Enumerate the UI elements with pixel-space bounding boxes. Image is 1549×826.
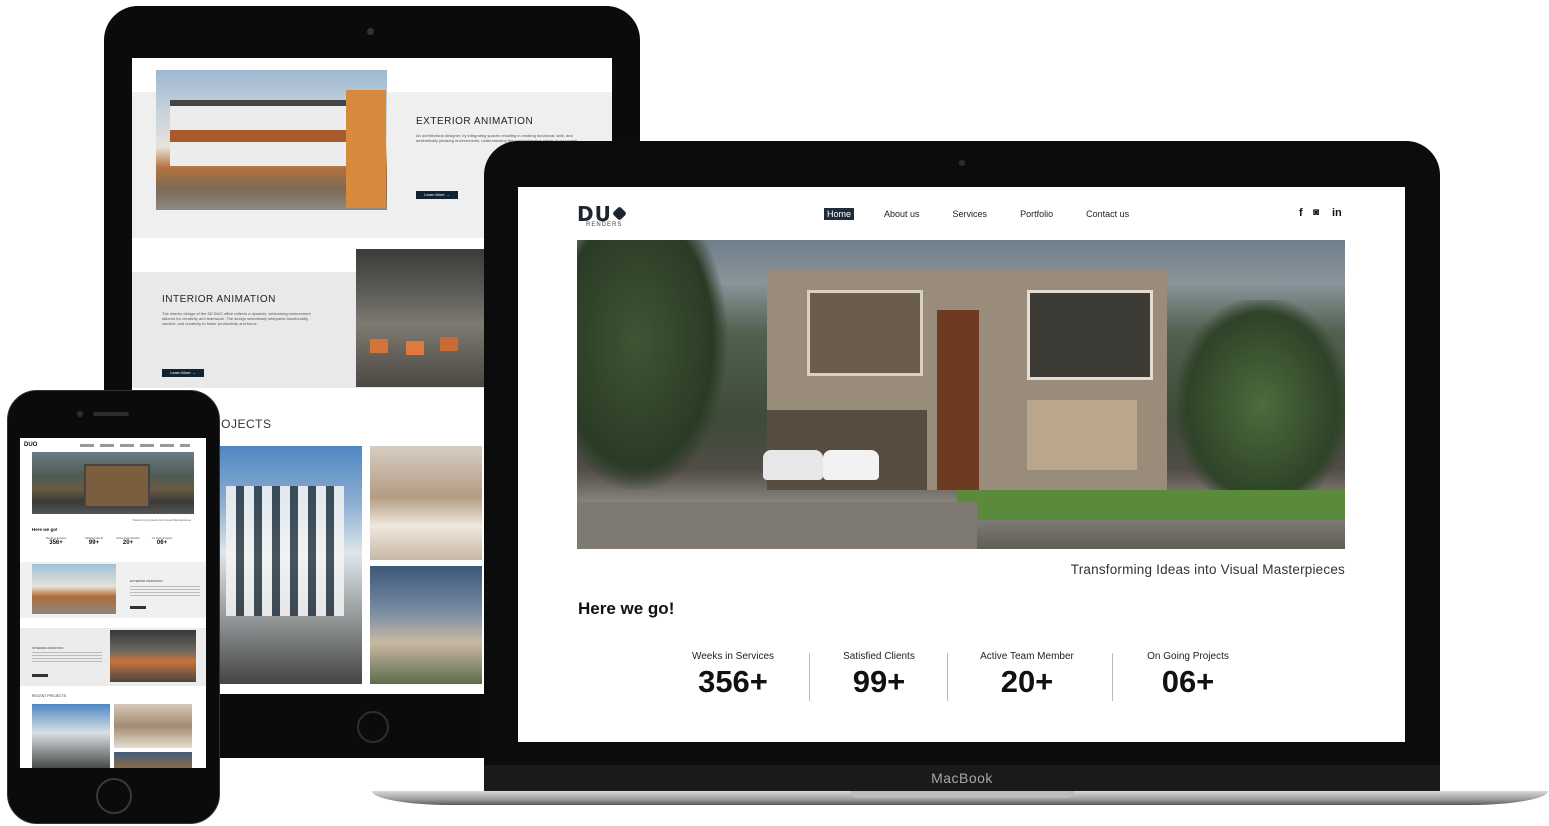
- projects-title: ROJECTS: [212, 417, 272, 431]
- project-image-2[interactable]: [370, 446, 482, 560]
- logo-cube-icon: [611, 206, 627, 221]
- tablet-camera: [367, 28, 374, 35]
- phone-recent-projects-title: RECENT PROJECTS: [32, 694, 66, 698]
- phone-heading: Here we go!: [32, 527, 58, 532]
- phone-stat: Satisfied Clients 99+: [85, 537, 103, 546]
- laptop-notch: [850, 791, 1074, 798]
- phone-logo[interactable]: DUO: [24, 442, 37, 448]
- stat-divider: [1112, 653, 1113, 701]
- tablet-home-button: [357, 711, 389, 743]
- phone-exterior-button[interactable]: [130, 606, 146, 609]
- nav-portfolio[interactable]: Portfolio: [1017, 208, 1056, 220]
- phone-stat: Active Team Member 20+: [116, 537, 140, 546]
- nav-home[interactable]: Home: [824, 208, 855, 220]
- phone-exterior-image: [32, 564, 116, 614]
- stat-divider: [809, 653, 810, 701]
- phone-exterior-text: [130, 586, 200, 596]
- interior-title: INTERIOR ANIMATION: [162, 294, 276, 305]
- nav-about-us[interactable]: About us: [881, 208, 923, 220]
- linkedin-icon[interactable]: in: [1332, 207, 1342, 219]
- phone-tagline: Transforming Ideas into Visual Masterpie…: [132, 518, 192, 522]
- exterior-learn-more-button[interactable]: Learn More →: [416, 191, 458, 199]
- hero-tagline: Transforming Ideas into Visual Masterpie…: [1070, 562, 1345, 577]
- phone-stat: Weeks in Services 356+: [45, 537, 67, 546]
- phone-project-image[interactable]: [114, 704, 192, 748]
- phone-speaker: [93, 412, 129, 416]
- phone-project-image[interactable]: [32, 704, 110, 768]
- phone-camera: [77, 411, 83, 417]
- interior-description: The interior design of the 3D DUO office…: [162, 311, 311, 326]
- instagram-icon[interactable]: ◙: [1313, 207, 1319, 218]
- laptop-brand-label: MacBook: [931, 770, 993, 786]
- nav-services[interactable]: Services: [950, 208, 991, 220]
- main-nav: Home About us Services Portfolio Contact…: [824, 208, 1159, 220]
- facebook-icon[interactable]: f: [1299, 207, 1303, 219]
- project-image-3[interactable]: [370, 566, 482, 684]
- laptop-screen: DU RENDERS Home About us Services Portfo…: [518, 187, 1405, 742]
- phone-project-image[interactable]: [114, 752, 192, 768]
- phone-nav[interactable]: [80, 444, 190, 447]
- phone-home-button: [96, 778, 132, 814]
- phone-stat: On Going Projects 06+: [151, 537, 173, 546]
- project-image-1[interactable]: [216, 446, 362, 684]
- phone-interior-image: [110, 630, 196, 682]
- stat-weeks-in-services: Weeks in Services 356+: [691, 651, 775, 699]
- stat-active-team-member: Active Team Member 20+: [980, 651, 1074, 699]
- stat-satisfied-clients: Satisfied Clients 99+: [843, 651, 915, 699]
- phone-screen: DUO Transforming Ideas into Visual Maste…: [20, 438, 206, 768]
- interior-learn-more-button[interactable]: Learn More →: [162, 369, 204, 377]
- stat-on-going-projects: On Going Projects 06+: [1147, 651, 1229, 699]
- laptop-camera: [959, 160, 965, 166]
- exterior-image: [156, 70, 387, 210]
- stat-divider: [947, 653, 948, 701]
- hero-image: [577, 240, 1345, 549]
- section-heading: Here we go!: [578, 599, 675, 618]
- exterior-title: EXTERIOR ANIMATION: [416, 116, 534, 127]
- phone-interior-button[interactable]: [32, 674, 48, 677]
- phone-interior-text: [32, 652, 102, 662]
- phone-hero-image: [32, 452, 194, 514]
- phone-exterior-title: EXTERIOR ANIMATION: [130, 579, 163, 583]
- logo-subtitle: RENDERS: [586, 222, 623, 228]
- phone-interior-title: INTERIOR ANIMATION: [32, 646, 64, 650]
- nav-contact-us[interactable]: Contact us: [1083, 208, 1132, 220]
